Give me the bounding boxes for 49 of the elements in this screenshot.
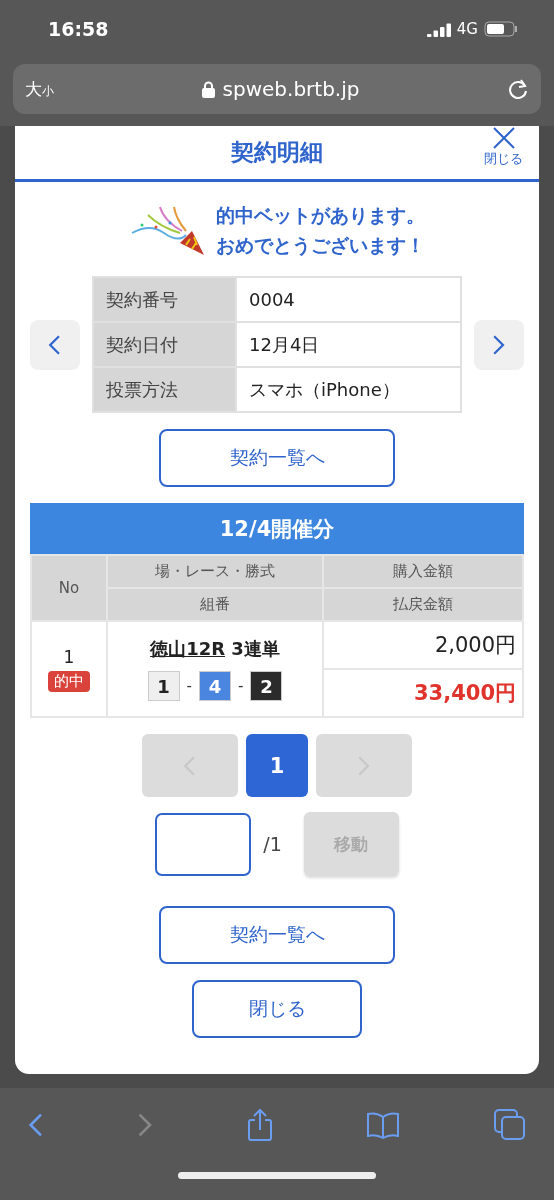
- tabs-icon[interactable]: [494, 1109, 526, 1141]
- purchase-amount: 2,000円: [323, 621, 523, 669]
- lock-icon: [201, 80, 215, 98]
- chevron-left-icon: [48, 333, 62, 356]
- close-button[interactable]: 閉じる: [484, 126, 523, 168]
- info-value: 12月4日: [236, 322, 461, 367]
- back-icon[interactable]: [28, 1112, 44, 1138]
- clock-time: 16:58: [48, 18, 109, 40]
- congratulation-message: 的中ベットがあります。 おめでとうございます！: [215, 203, 425, 258]
- column-header: No: [31, 555, 107, 621]
- page-total: /1: [263, 833, 282, 855]
- close-button[interactable]: 閉じる: [192, 980, 362, 1038]
- text-size-button[interactable]: 大小: [25, 77, 54, 101]
- share-icon[interactable]: [246, 1108, 273, 1142]
- next-button[interactable]: [474, 319, 524, 370]
- info-value: 0004: [236, 277, 461, 322]
- previous-button[interactable]: [30, 319, 80, 370]
- boat-number: 1: [147, 671, 180, 701]
- contract-list-button[interactable]: 契約一覧へ: [159, 906, 395, 964]
- hit-badge: 的中: [48, 670, 90, 692]
- info-label: 契約番号: [93, 277, 236, 322]
- section-header: 12/4開催分: [30, 503, 524, 554]
- url-text[interactable]: spweb.brtb.jp: [222, 77, 360, 101]
- network-type: 4G: [456, 20, 478, 38]
- separator: -: [186, 677, 192, 695]
- bet-type: 3連単: [231, 638, 280, 659]
- row-number: 1: [62, 646, 76, 667]
- book-icon[interactable]: [366, 1111, 401, 1139]
- battery-icon: [484, 21, 518, 37]
- info-value: スマホ（iPhone）: [236, 367, 461, 412]
- info-label: 投票方法: [93, 367, 236, 412]
- column-header: 場・レース・勝式: [107, 555, 323, 588]
- column-header: 払戻金額: [323, 588, 523, 621]
- race-link[interactable]: 徳山12R: [150, 638, 226, 659]
- info-label: 契約日付: [93, 322, 236, 367]
- close-icon: [491, 126, 516, 150]
- page-button[interactable]: 1: [246, 734, 308, 797]
- boat-number: 2: [250, 671, 283, 701]
- page-input[interactable]: [155, 812, 252, 876]
- column-header: 組番: [107, 588, 323, 621]
- boat-number: 4: [199, 671, 231, 701]
- chevron-right-icon: [492, 333, 506, 356]
- contract-list-button[interactable]: 契約一覧へ: [159, 429, 395, 487]
- modal-title: 契約明細: [231, 138, 323, 167]
- reload-icon[interactable]: [507, 78, 529, 100]
- signal-icon: [426, 21, 451, 37]
- column-header: 購入金額: [323, 555, 523, 588]
- separator: -: [238, 677, 244, 695]
- payout-amount: 33,400円: [323, 669, 523, 717]
